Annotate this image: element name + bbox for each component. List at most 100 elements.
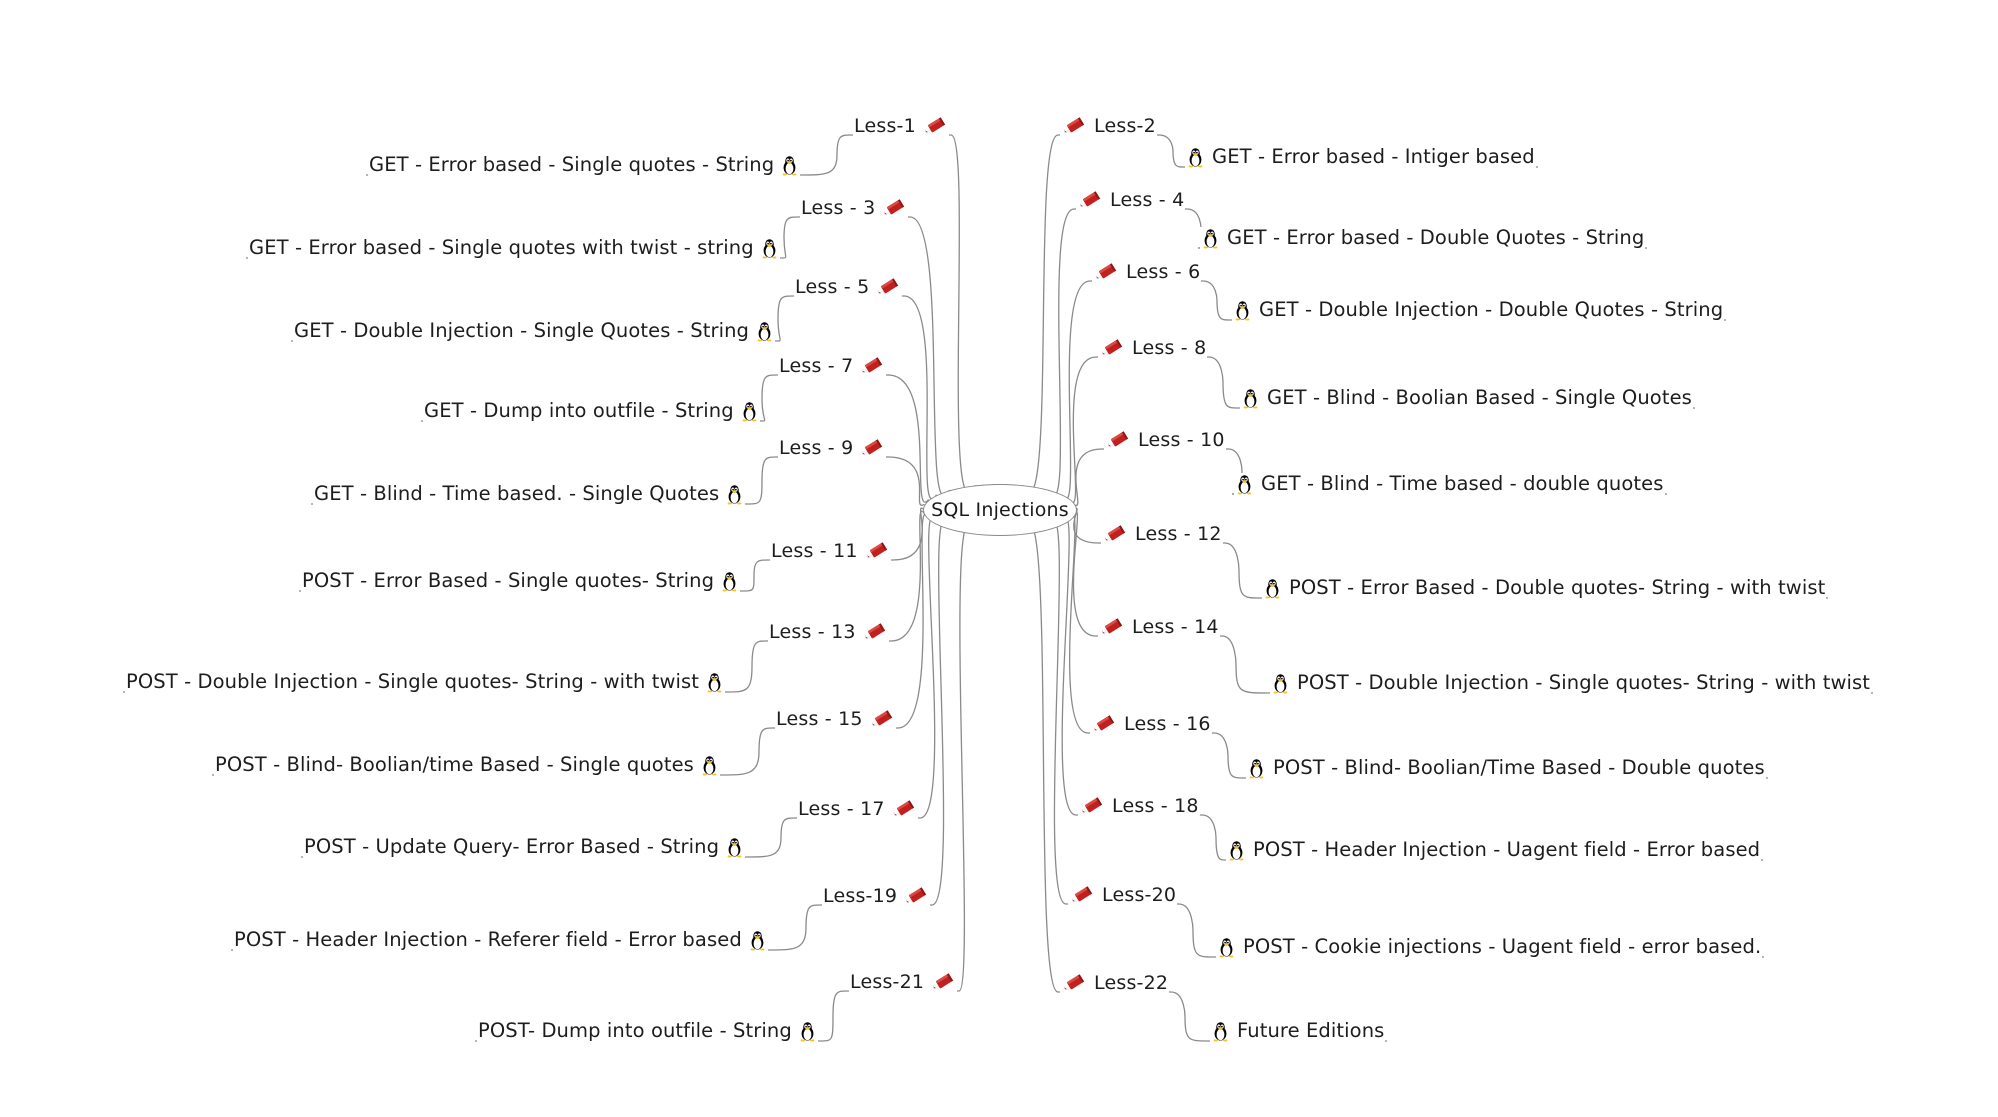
connector-line xyxy=(746,817,796,858)
connector-line xyxy=(1060,280,1091,500)
leaf-node-left-7[interactable]: POST - Double Injection - Single quotes-… xyxy=(125,671,726,693)
leaf-node-right-7[interactable]: POST - Double Injection - Single quotes-… xyxy=(1270,672,1872,694)
leaf-label-text: POST - Blind- Boolian/time Based - Singl… xyxy=(215,753,694,777)
leaf-node-right-10[interactable]: POST - Cookie injections - Uagent field … xyxy=(1216,936,1763,958)
connector-line xyxy=(892,507,924,561)
leaf-node-left-4[interactable]: GET - Dump into outfile - String xyxy=(423,400,760,422)
branch-node-left-3[interactable]: Less - 5 xyxy=(794,275,903,298)
connector-line xyxy=(1068,356,1097,504)
leaf-label-text: POST - Update Query- Error Based - Strin… xyxy=(304,835,720,859)
root-node[interactable]: SQL Injections xyxy=(923,484,1077,536)
branch-node-right-10[interactable]: Less-20 xyxy=(1068,885,1178,905)
branch-node-right-6[interactable]: Less - 12 xyxy=(1101,524,1223,544)
leaf-node-left-3[interactable]: GET - Double Injection - Single Quotes -… xyxy=(293,319,776,343)
connector-line xyxy=(769,904,821,951)
branch-node-left-9[interactable]: Less - 17 xyxy=(797,799,918,819)
pencil-icon xyxy=(1077,190,1103,210)
connector-line xyxy=(1060,516,1077,816)
branch-node-right-1[interactable]: Less-2 xyxy=(1060,116,1157,136)
branch-node-left-2[interactable]: Less - 3 xyxy=(800,196,909,219)
connector-line xyxy=(776,295,793,342)
leaf-label-text: POST - Error Based - Single quotes- Stri… xyxy=(302,569,715,593)
branch-node-right-3[interactable]: Less - 6 xyxy=(1092,260,1202,283)
leaf-node-left-11[interactable]: POST- Dump into outfile - String xyxy=(477,1020,818,1042)
tux-penguin-icon xyxy=(705,671,724,693)
leaf-label-text: Future Editions xyxy=(1237,1019,1385,1043)
branch-label-text: Less - 15 xyxy=(776,707,863,730)
pencil-icon xyxy=(881,198,907,218)
branch-node-right-4[interactable]: Less - 8 xyxy=(1098,336,1208,359)
connector-line xyxy=(761,374,777,422)
branch-label-text: Less - 3 xyxy=(801,196,876,219)
leaf-node-left-1[interactable]: GET - Error based - Single quotes - Stri… xyxy=(368,154,801,176)
connector-line xyxy=(1068,513,1089,734)
connector-line xyxy=(1213,732,1245,779)
connector-line xyxy=(1202,280,1231,321)
branch-node-right-9[interactable]: Less - 18 xyxy=(1078,796,1200,816)
leaf-node-right-1[interactable]: GET - Error based - Intiger based xyxy=(1185,146,1536,168)
leaf-node-left-8[interactable]: POST - Blind- Boolian/time Based - Singl… xyxy=(214,754,720,776)
leaf-node-right-8[interactable]: POST - Blind- Boolian/Time Based - Doubl… xyxy=(1246,757,1766,779)
leaf-node-left-5[interactable]: GET - Blind - Time based. - Single Quote… xyxy=(313,483,746,505)
tux-penguin-icon xyxy=(1263,577,1282,599)
pencil-icon xyxy=(862,622,888,642)
leaf-label-text: POST - Blind- Boolian/Time Based - Doubl… xyxy=(1273,756,1765,780)
branch-node-left-1[interactable]: Less-1 xyxy=(853,116,949,136)
branch-node-left-4[interactable]: Less - 7 xyxy=(778,356,887,376)
pencil-icon xyxy=(930,972,956,992)
connector-line xyxy=(1208,356,1239,409)
branch-node-right-8[interactable]: Less - 16 xyxy=(1090,714,1212,734)
branch-node-left-11[interactable]: Less-21 xyxy=(849,972,958,992)
tux-penguin-icon xyxy=(760,237,779,259)
tux-penguin-icon xyxy=(1247,757,1266,779)
branch-node-left-7[interactable]: Less - 13 xyxy=(768,622,889,642)
leaf-label-text: POST - Header Injection - Uagent field -… xyxy=(1253,838,1761,862)
leaf-node-right-4[interactable]: GET - Blind - Boolian Based - Single Quo… xyxy=(1240,387,1693,409)
connector-line xyxy=(887,374,930,503)
pencil-icon xyxy=(903,886,929,906)
branch-label-text: Less-2 xyxy=(1094,114,1156,137)
leaf-node-right-9[interactable]: POST - Header Injection - Uagent field -… xyxy=(1226,838,1762,862)
leaf-node-right-2[interactable]: GET - Error based - Double Quotes - Stri… xyxy=(1200,227,1646,249)
leaf-label-text: GET - Double Injection - Double Quotes -… xyxy=(1259,298,1724,322)
branch-label-text: Less-19 xyxy=(823,884,898,907)
connector-line xyxy=(890,510,925,642)
connector-line xyxy=(1201,814,1225,861)
tux-penguin-icon xyxy=(725,483,744,505)
tux-penguin-icon xyxy=(1211,1020,1230,1042)
branch-node-right-11[interactable]: Less-22 xyxy=(1060,971,1170,994)
leaf-label-text: GET - Error based - Intiger based xyxy=(1212,145,1535,169)
branch-node-right-7[interactable]: Less - 14 xyxy=(1098,617,1220,637)
leaf-label-text: GET - Double Injection - Single Quotes -… xyxy=(294,319,750,343)
branch-label-text: Less - 10 xyxy=(1138,428,1225,451)
branch-label-text: Less - 6 xyxy=(1126,260,1201,283)
connector-line xyxy=(903,295,938,500)
connector-line xyxy=(931,519,951,906)
tux-penguin-icon xyxy=(700,754,719,776)
pencil-icon xyxy=(1099,338,1125,358)
connector-line xyxy=(746,456,777,505)
branch-label-text: Less-22 xyxy=(1094,971,1169,994)
leaf-node-left-6[interactable]: POST - Error Based - Single quotes- Stri… xyxy=(301,569,741,593)
connector-line xyxy=(819,990,848,1042)
leaf-node-left-2[interactable]: GET - Error based - Single quotes with t… xyxy=(248,237,780,259)
pencil-icon xyxy=(864,541,890,561)
branch-node-left-5[interactable]: Less - 9 xyxy=(778,438,887,458)
branch-node-left-6[interactable]: Less - 11 xyxy=(770,541,891,561)
connector-line xyxy=(1221,635,1269,694)
tux-penguin-icon xyxy=(798,1020,817,1042)
leaf-node-left-9[interactable]: POST - Update Query- Error Based - Strin… xyxy=(303,835,746,859)
leaf-node-right-11[interactable]: Future Editions xyxy=(1210,1019,1386,1043)
branch-node-left-10[interactable]: Less-19 xyxy=(822,884,931,907)
branch-label-text: Less - 14 xyxy=(1132,615,1219,638)
branch-label-text: Less - 5 xyxy=(795,275,870,298)
leaf-node-right-3[interactable]: GET - Double Injection - Double Quotes -… xyxy=(1232,298,1725,322)
branch-node-left-8[interactable]: Less - 15 xyxy=(775,709,896,729)
connector-line xyxy=(1047,208,1075,497)
branch-node-right-5[interactable]: Less - 10 xyxy=(1104,430,1226,450)
leaf-node-right-6[interactable]: POST - Error Based - Double quotes- Stri… xyxy=(1262,577,1827,599)
branch-node-right-2[interactable]: Less - 4 xyxy=(1076,190,1186,210)
branch-label-text: Less - 8 xyxy=(1132,336,1207,359)
leaf-node-right-5[interactable]: GET - Blind - Time based - double quotes xyxy=(1234,473,1665,495)
leaf-node-left-10[interactable]: POST - Header Injection - Referer field … xyxy=(233,929,768,951)
